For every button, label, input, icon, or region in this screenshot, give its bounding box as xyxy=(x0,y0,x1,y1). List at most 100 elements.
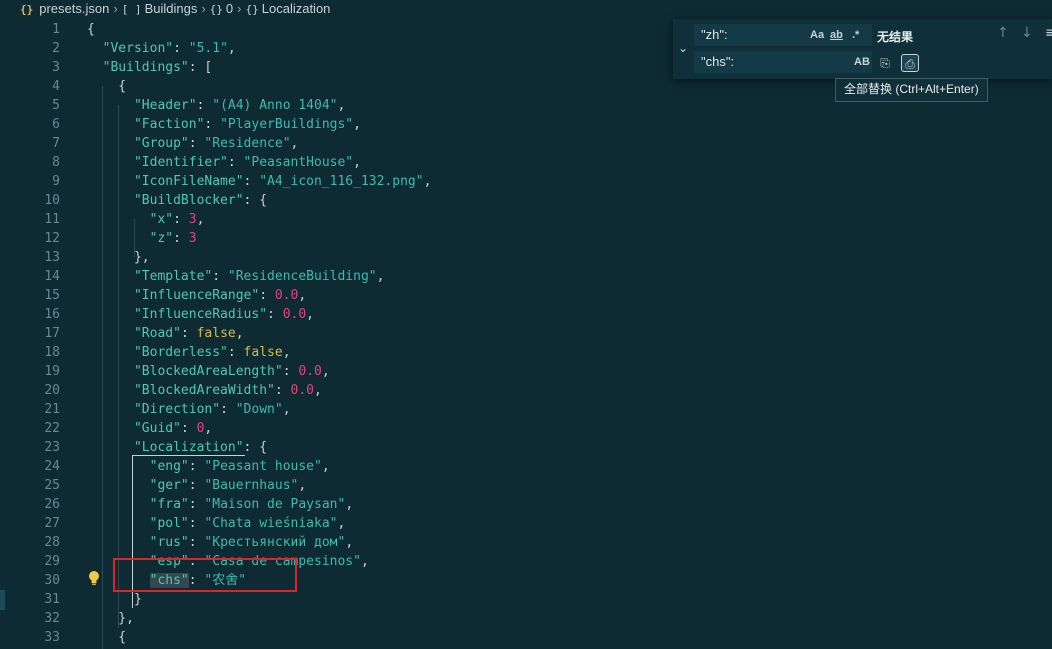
code-token: false xyxy=(243,345,283,360)
code-line[interactable]: 6 "Faction": "PlayerBuildings", xyxy=(0,115,1052,134)
code-token: : xyxy=(196,98,213,113)
code-token: , xyxy=(345,535,354,550)
code-token: "Version" xyxy=(102,41,174,56)
find-input-value: "zh": xyxy=(701,27,728,42)
code-line[interactable]: 19 "BlockedAreaLength": 0.0, xyxy=(0,362,1052,381)
line-number: 20 xyxy=(44,383,60,398)
code-text: "Identifier": "PeasantHouse", xyxy=(87,153,361,172)
code-token: : { xyxy=(243,193,268,208)
breadcrumb-file[interactable]: presets.json xyxy=(39,0,109,17)
code-line[interactable]: 16 "InfluenceRadius": 0.0, xyxy=(0,305,1052,324)
arrow-down-icon[interactable]: ↓ xyxy=(1021,25,1033,41)
code-line[interactable]: 32 }, xyxy=(0,609,1052,628)
code-token: : [ xyxy=(188,60,213,75)
code-line[interactable]: 17 "Road": false, xyxy=(0,324,1052,343)
arrow-up-icon[interactable]: ↑ xyxy=(997,25,1009,41)
replace-input-value: "chs": xyxy=(701,54,735,69)
chevron-right-icon: › xyxy=(113,1,118,16)
code-token: : xyxy=(274,383,291,398)
code-token: : xyxy=(227,345,244,360)
line-number: 21 xyxy=(44,402,60,417)
code-line[interactable]: 8 "Identifier": "PeasantHouse", xyxy=(0,153,1052,172)
object-icon: {} xyxy=(209,3,223,16)
chevron-down-icon[interactable]: ⌄ xyxy=(678,41,692,55)
line-number: 28 xyxy=(44,535,60,550)
code-text: { xyxy=(87,20,95,39)
code-line[interactable]: 22 "Guid": 0, xyxy=(0,419,1052,438)
code-line[interactable]: 21 "Direction": "Down", xyxy=(0,400,1052,419)
code-line[interactable]: 33 { xyxy=(0,628,1052,647)
code-token: : xyxy=(188,136,205,151)
code-token: "5.1" xyxy=(188,41,228,56)
code-text: "BlockedAreaWidth": 0.0, xyxy=(87,381,322,400)
code-line[interactable]: 13 }, xyxy=(0,248,1052,267)
code-text: "Borderless": false, xyxy=(87,343,291,362)
code-token: , xyxy=(360,554,369,569)
match-case-icon[interactable]: Aa xyxy=(810,24,824,46)
code-token: , xyxy=(345,497,354,512)
line-number: 1 xyxy=(52,22,60,37)
line-number: 7 xyxy=(52,136,60,151)
more-icon[interactable]: ≡ xyxy=(1045,25,1052,41)
code-line[interactable]: 9 "IconFileName": "A4_icon_116_132.png", xyxy=(0,172,1052,191)
breadcrumb-index[interactable]: 0 xyxy=(226,0,233,17)
line-number: 10 xyxy=(44,193,60,208)
code-token: , xyxy=(282,345,291,360)
line-number: 33 xyxy=(44,630,60,645)
code-line[interactable]: 14 "Template": "ResidenceBuilding", xyxy=(0,267,1052,286)
code-token: : xyxy=(267,307,283,322)
replace-all-tooltip: 全部替换 (Ctrl+Alt+Enter) xyxy=(835,78,988,102)
replace-input[interactable]: "chs": AB xyxy=(694,51,872,73)
code-token: : xyxy=(220,402,236,417)
code-token: , xyxy=(298,478,307,493)
code-token: : xyxy=(282,364,299,379)
line-number: 29 xyxy=(44,554,60,569)
find-input[interactable]: "zh": Aa ab .* xyxy=(694,24,872,46)
code-line[interactable]: 12 "z": 3 xyxy=(0,229,1052,248)
replace-all-icon[interactable]: ⎙ xyxy=(901,54,919,72)
code-token: : xyxy=(259,288,275,303)
code-text: "Template": "ResidenceBuilding", xyxy=(87,267,384,286)
code-line[interactable]: 7 "Group": "Residence", xyxy=(0,134,1052,153)
code-token: , xyxy=(321,459,330,474)
line-number: 26 xyxy=(44,497,60,512)
code-token: { xyxy=(87,79,127,94)
code-token: "Faction" xyxy=(133,117,205,132)
regex-icon[interactable]: .* xyxy=(852,24,859,46)
lightbulb-icon[interactable] xyxy=(87,570,101,589)
replace-icon[interactable]: ⎘ xyxy=(876,54,894,72)
code-token: , xyxy=(298,288,307,303)
breadcrumb-localization[interactable]: Localization xyxy=(262,0,331,17)
code-token: , xyxy=(306,307,314,322)
whole-word-icon[interactable]: ab xyxy=(830,24,843,46)
code-token: "Direction" xyxy=(133,402,221,417)
code-line[interactable]: 11 "x": 3, xyxy=(0,210,1052,229)
code-text: }, xyxy=(87,609,134,628)
breadcrumb-buildings[interactable]: Buildings xyxy=(145,0,198,17)
preserve-case-icon[interactable]: AB xyxy=(854,51,870,73)
code-token: "BuildBlocker" xyxy=(133,193,244,208)
code-text: "BuildBlocker": { xyxy=(87,191,267,210)
code-text: "Group": "Residence", xyxy=(87,134,298,153)
line-number: 6 xyxy=(52,117,60,132)
code-line[interactable]: 10 "BuildBlocker": { xyxy=(0,191,1052,210)
line-number: 4 xyxy=(52,79,60,94)
code-token: , xyxy=(196,212,205,227)
code-token: "A4_icon_116_132.png" xyxy=(259,174,424,189)
code-token: "x" xyxy=(149,212,174,227)
code-token: , xyxy=(321,364,330,379)
code-line[interactable]: 18 "Borderless": false, xyxy=(0,343,1052,362)
code-text: "Direction": "Down", xyxy=(87,400,291,419)
code-line[interactable]: 20 "BlockedAreaWidth": 0.0, xyxy=(0,381,1052,400)
code-token: 0.0 xyxy=(282,307,307,322)
line-number: 30 xyxy=(44,573,60,588)
code-line[interactable]: 15 "InfluenceRange": 0.0, xyxy=(0,286,1052,305)
line-number: 18 xyxy=(44,345,60,360)
